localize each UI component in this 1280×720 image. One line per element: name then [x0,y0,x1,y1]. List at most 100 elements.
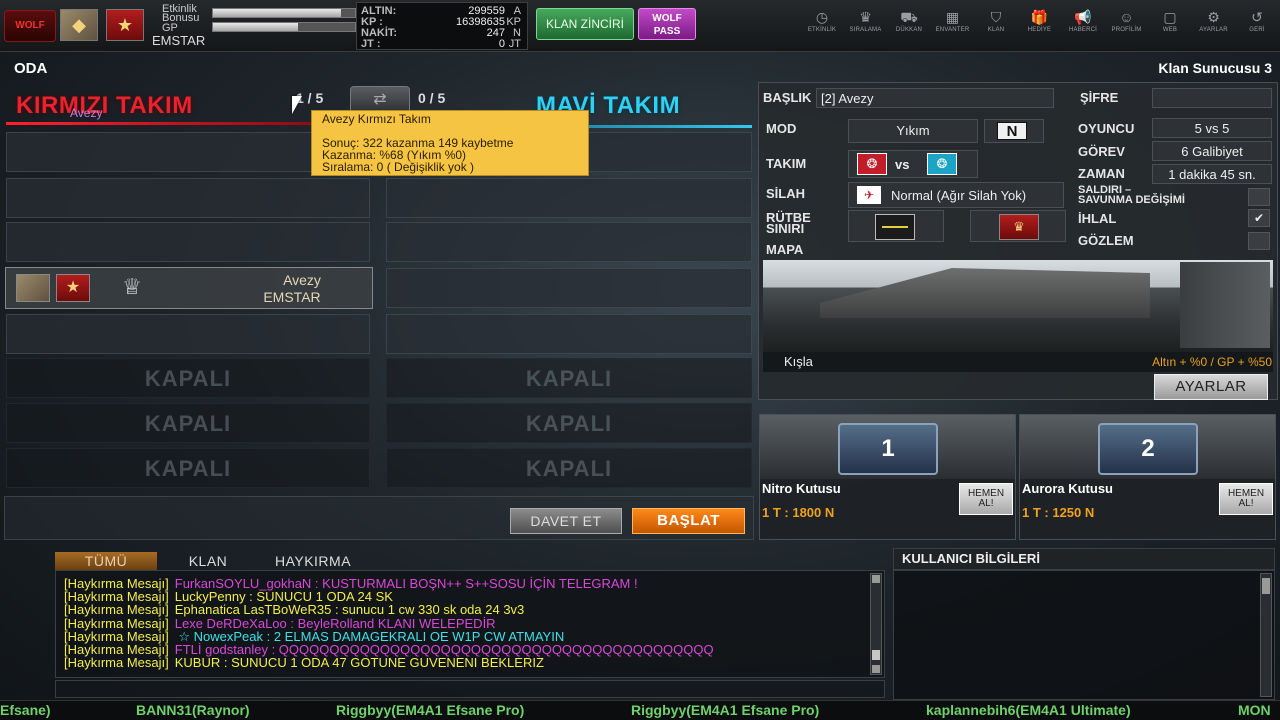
password-field[interactable] [1152,88,1272,108]
buy-now-button[interactable]: HEMEN AL! [959,483,1013,515]
chat-tab-clan[interactable]: KLAN [158,552,258,570]
box-card-nitro[interactable]: 1 Nitro Kutusu 1 T : 1800 N HEMEN AL! [759,414,1016,540]
user-info-scroll-thumb[interactable] [1262,578,1270,594]
player-count-value[interactable]: 5 vs 5 [1152,118,1272,138]
nav-web[interactable]: ▢ WEB [1148,8,1192,48]
mode-badge: N [997,122,1027,140]
rank-max-icon: ♛ [999,214,1039,240]
time-value[interactable]: 1 dakika 45 sn. [1152,164,1272,184]
user-info-title: KULLANICI BİLGİLERİ [893,548,1275,570]
room-title-field[interactable]: [2] Avezy [816,88,1054,108]
invite-button[interactable]: DAVET ET [510,508,622,534]
blue-team-count: 0 / 5 [418,90,446,106]
observe-checkbox[interactable] [1248,232,1270,250]
weapon-select[interactable]: ✈ Normal (Ağır Silah Yok) [848,182,1064,208]
chat-input[interactable] [55,680,885,698]
rank-limit-min[interactable] [848,210,944,242]
red-team-title: KIRMIZI TAKIM [16,92,193,119]
scroll-up-icon[interactable] [872,575,880,583]
attack-defense-checkbox[interactable] [1248,188,1270,206]
mode-select[interactable]: Yıkım [848,119,978,143]
red-slot-3[interactable] [6,222,370,262]
event-bonus-bar-fill [213,9,341,17]
map-bonus: Altın + %0 / GP + %50 [1152,355,1272,369]
nav-label: ETKİNLİK [807,27,837,33]
nav-clock[interactable]: ◷ ETKİNLİK [800,8,844,48]
settings-icon: ⚙ [1207,9,1220,25]
red-slot-player[interactable]: ★ ♕ Avezy EMSTAR [5,267,373,309]
ticker-item: kaplannebih6(EM4A1 Ultimate) [926,702,1131,718]
blue-team-emblem-icon: ❂ [927,153,957,175]
event-bonus-bar [212,8,356,18]
chat-tab-shout[interactable]: HAYKIRMA [259,552,367,570]
box-image: 1 [760,415,1015,479]
chat-line: [Haykırma Mesajı] FTLİ godstanley : QQQQQ… [64,643,714,656]
red-slot-5[interactable] [6,314,370,354]
mode-badge-box: N [984,119,1044,143]
klan-chain-button[interactable]: KLAN ZİNCİRİ [536,8,634,40]
swap-icon: ⇄ [373,91,387,108]
nav-clan[interactable]: ⛉ KLAN [974,8,1018,48]
map-name: Kışla [784,354,813,369]
red-slot-closed: KAPALI [6,358,370,398]
player-count-label: OYUNCU [1078,121,1135,136]
slot-star-icon: ★ [56,274,90,302]
currency-unit: JT [508,38,521,50]
nav-profile[interactable]: ☺ PROFİLİM [1105,8,1149,48]
red-slot-2[interactable] [6,178,370,218]
player-tooltip: Avezy Kırmızı Takım Sonuç: 322 kazanma 1… [311,110,589,176]
start-button[interactable]: BAŞLAT [632,508,745,534]
blue-slot-2[interactable] [386,178,752,218]
scroll-thumb[interactable] [872,650,880,660]
blue-slot-closed: KAPALI [386,448,752,488]
user-info-scrollbar[interactable] [1260,573,1272,697]
trophy-icon: ♛ [859,9,872,25]
nav-cart[interactable]: ⛟ DÜKKAN [887,8,931,48]
nav-megaphone[interactable]: 📢 HABERCİ [1061,8,1105,48]
scroll-down-icon[interactable] [872,665,880,673]
currency-value: 0 [498,38,505,50]
mission-value[interactable]: 6 Galibiyet [1152,141,1272,161]
chat-text: KUBUR : SUNUCU 1 ODA 47 GOTUNE GUVENENI … [174,655,544,671]
room-title: ODA [14,60,48,77]
nav-inventory[interactable]: ▦ ENVANTER [931,8,975,48]
blue-slot-4[interactable] [386,268,752,308]
game-logo[interactable]: WOLF [4,10,56,42]
currency-panel: ALTIN: 299559 A KP :16398635 KP NAKİT: 247 N … [356,2,528,50]
box-card-aurora[interactable]: 2 Aurora Kutusu 1 T : 1250 N HEMEN AL! [1019,414,1276,540]
red-slot-closed: KAPALI [6,403,370,443]
nav-trophy[interactable]: ♛ SIRALAMA [844,8,888,48]
web-icon: ▢ [1163,9,1177,25]
nav-settings[interactable]: ⚙ AYARLAR [1192,8,1236,48]
map-label: MAPA [766,242,804,257]
violation-checkbox[interactable]: ✔ [1248,209,1270,227]
nav-label: DÜKKAN [895,27,923,33]
rank-limit-label: RÜTBE SINIRI [766,211,811,235]
buy-now-button[interactable]: HEMEN AL! [1219,483,1273,515]
rank-limit-max[interactable]: ♛ [970,210,1066,242]
red-slot-closed: KAPALI [6,448,370,488]
buy-now-label-2: AL! [978,498,994,509]
currency-row: JT : 0 JT [361,39,525,50]
red-team-player-overlay: Avezy [70,106,103,120]
megaphone-icon: 📢 [1074,9,1092,25]
clan-icon: ⛉ [990,9,1002,25]
box-price: 1 T : 1800 N [762,505,835,520]
rank-min-icon [875,214,915,240]
blue-slot-3[interactable] [386,222,752,262]
weapon-value: Normal (Ağır Silah Yok) [891,188,1027,203]
nav-gift[interactable]: 🎁 HEDİYE [1018,8,1062,48]
box-name: Aurora Kutusu [1022,481,1113,496]
team-label: TAKIM [766,156,807,171]
red-team-emblem-icon: ❂ [857,153,887,175]
wolf-pass-button[interactable]: WOLF PASS [638,8,696,40]
buy-now-label-2: AL! [1238,498,1254,509]
news-ticker: Efsane) BANN31(Raynor) Riggbyy(EM4A1 Efs… [0,700,1280,720]
blue-slot-5[interactable] [386,314,752,354]
settings-button[interactable]: AYARLAR [1154,374,1268,400]
chat-log[interactable]: [Haykırma Mesajı] FurkanSOYLU_gokhaN : KU… [55,570,885,678]
chat-tab-all[interactable]: TÜMÜ [55,552,157,570]
nav-back[interactable]: ↺ GERİ [1235,8,1279,48]
mouse-cursor-icon [292,96,302,114]
chat-scrollbar[interactable] [870,573,882,675]
